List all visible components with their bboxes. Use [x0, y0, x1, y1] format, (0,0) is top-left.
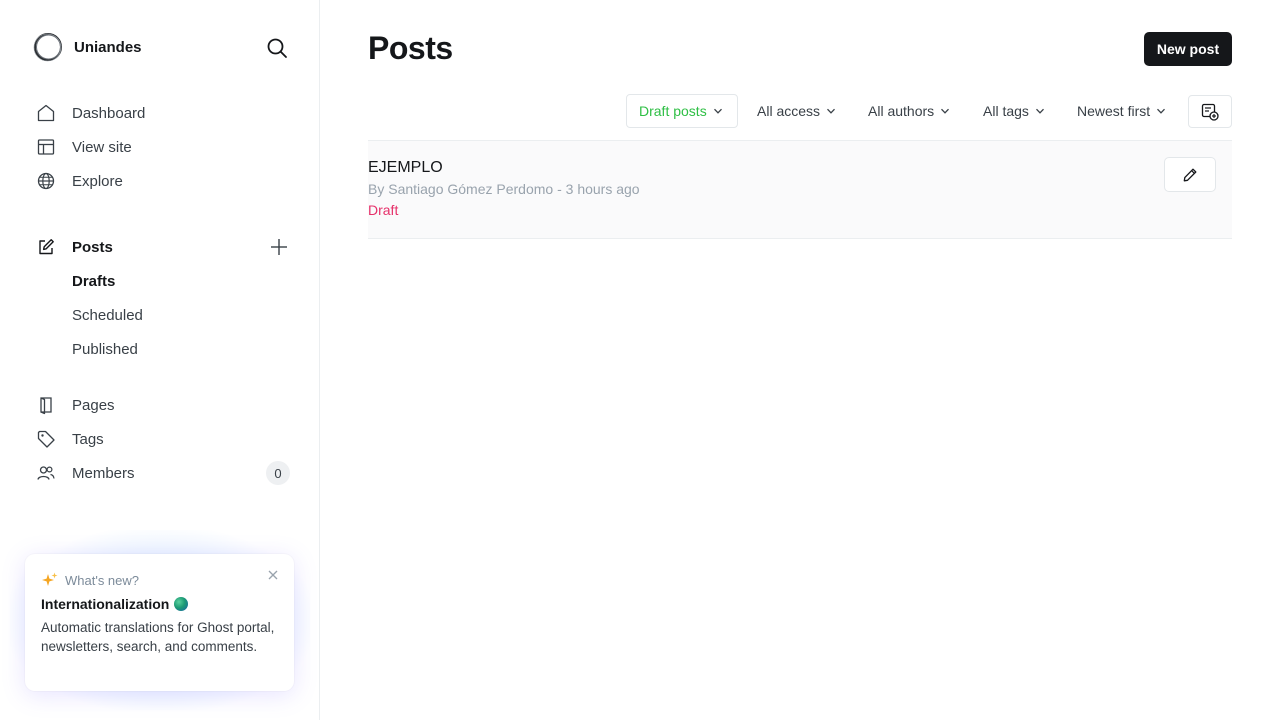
sidebar-subitem-drafts[interactable]: Drafts — [72, 266, 115, 296]
sidebar-item-label: Tags — [72, 430, 104, 448]
whats-new-title-text: Internationalization — [41, 596, 170, 612]
filter-tags[interactable]: All tags — [983, 94, 1045, 128]
sidebar-item-label: Posts — [72, 238, 113, 256]
page-title: Posts — [368, 30, 453, 66]
chevron-down-icon — [1035, 108, 1044, 114]
filter-authors[interactable]: All authors — [868, 94, 950, 128]
sidebar-item-label: Explore — [72, 172, 123, 190]
house-icon — [37, 104, 55, 122]
sidebar-item-posts[interactable]: Posts — [36, 230, 256, 264]
main-content: Posts New post Draft posts All access Al… — [320, 0, 1280, 720]
sidebar-item-view-site[interactable]: View site — [36, 130, 290, 164]
sparkle-icon — [42, 572, 58, 586]
sidebar-item-pages[interactable]: Pages — [36, 388, 290, 422]
close-icon[interactable] — [266, 568, 280, 582]
whats-new-header: What's new? — [41, 571, 278, 589]
chevron-down-icon — [827, 108, 835, 114]
filter-access-label: All access — [757, 103, 821, 119]
edit-icon — [39, 239, 54, 255]
sidebar-subitem-scheduled[interactable]: Scheduled — [72, 300, 143, 330]
view-options-button[interactable] — [1188, 95, 1232, 128]
sidebar-item-explore[interactable]: Explore — [36, 164, 290, 198]
post-list-item[interactable]: EJEMPLO By Santiago Gómez Perdomo - 3 ho… — [368, 141, 1232, 239]
globe-icon — [37, 172, 55, 190]
filter-post-type[interactable]: Draft posts — [626, 94, 738, 128]
pencil-icon — [1183, 168, 1197, 181]
search-icon[interactable] — [265, 36, 289, 60]
sidebar: Uniandes Dashboard View site Explore Pos… — [0, 0, 320, 720]
whats-new-title: Internationalization — [41, 596, 278, 612]
sidebar-item-label: Members — [72, 464, 135, 482]
sidebar-subitem-published[interactable]: Published — [72, 334, 138, 364]
filter-sort-label: Newest first — [1077, 103, 1151, 119]
sidebar-item-label: Dashboard — [72, 104, 146, 122]
whats-new-heading: What's new? — [65, 572, 140, 588]
sidebar-item-tags[interactable]: Tags — [36, 422, 290, 456]
saved-view-icon — [1201, 103, 1219, 121]
post-status: Draft — [368, 202, 399, 218]
chevron-down-icon — [1157, 108, 1166, 114]
whats-new-body: Automatic translations for Ghost portal,… — [41, 620, 275, 654]
brand-name: Uniandes — [74, 38, 142, 56]
filter-access[interactable]: All access — [757, 94, 836, 128]
filter-post-type-label: Draft posts — [639, 103, 707, 119]
sidebar-item-dashboard[interactable]: Dashboard — [36, 96, 290, 130]
tag-icon — [37, 430, 55, 448]
chevron-down-icon — [941, 108, 950, 114]
edit-post-button[interactable] — [1164, 157, 1216, 192]
post-meta: By Santiago Gómez Perdomo - 3 hours ago — [368, 181, 640, 197]
layout-icon — [37, 139, 55, 155]
add-post-plus-icon[interactable] — [268, 236, 290, 258]
brand-logo-icon — [33, 33, 62, 62]
globe-emoji-icon — [174, 597, 189, 611]
new-post-button[interactable]: New post — [1144, 32, 1232, 66]
members-icon — [37, 466, 55, 480]
sidebar-item-label: Pages — [72, 396, 115, 414]
brand[interactable]: Uniandes — [33, 32, 142, 62]
filter-sort[interactable]: Newest first — [1077, 94, 1166, 128]
filter-tags-label: All tags — [983, 103, 1029, 119]
sidebar-item-members[interactable]: Members 0 — [36, 456, 290, 490]
filter-authors-label: All authors — [868, 103, 935, 119]
whats-new-card[interactable]: What's new? Internationalization Automat… — [25, 554, 294, 691]
chevron-down-icon — [713, 108, 722, 114]
post-title[interactable]: EJEMPLO — [368, 159, 443, 177]
sidebar-item-label: View site — [72, 138, 132, 156]
members-count-badge: 0 — [266, 461, 290, 485]
page-icon — [40, 397, 52, 415]
